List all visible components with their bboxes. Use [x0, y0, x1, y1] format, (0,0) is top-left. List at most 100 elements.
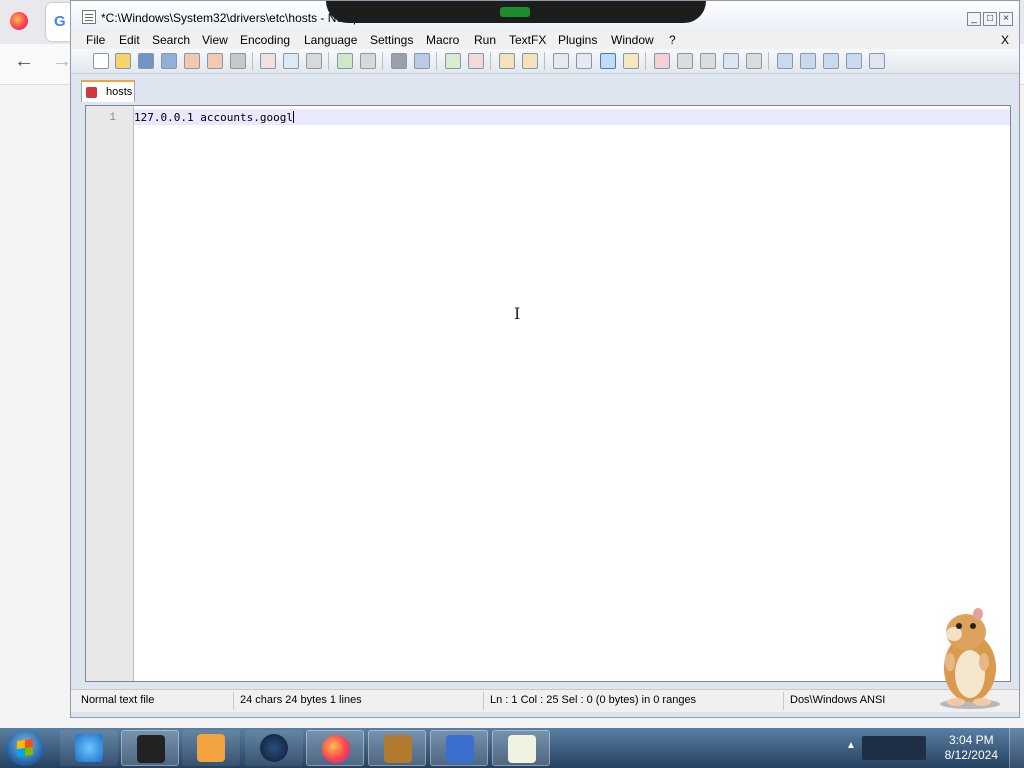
status-file-type: Normal text file [81, 694, 155, 706]
maximize-button[interactable]: □ [983, 12, 997, 26]
toolbar-separator [768, 52, 769, 70]
app-icon [446, 735, 474, 763]
sync-vertical-icon[interactable] [499, 53, 515, 69]
menu-search[interactable]: Search [152, 33, 190, 47]
clock-date: 8/12/2024 [944, 748, 998, 762]
taskbar-terminal[interactable] [121, 730, 179, 766]
menu-textfx[interactable]: TextFX [509, 33, 546, 47]
show-hidden-icons-icon[interactable]: ▲ [846, 740, 856, 751]
text-caret [292, 111, 294, 123]
notepad-app-icon [82, 10, 96, 24]
save-icon[interactable] [138, 53, 154, 69]
taskbar-network[interactable] [245, 730, 303, 766]
tray-icons[interactable] [862, 736, 926, 760]
status-bar: Normal text file 24 chars 24 bytes 1 lin… [71, 689, 1019, 712]
zoom-in-icon[interactable] [445, 53, 461, 69]
find-icon[interactable] [391, 53, 407, 69]
notepadpp-icon [508, 735, 536, 763]
word-wrap-icon[interactable] [553, 53, 569, 69]
toolbar-separator [645, 52, 646, 70]
editor-area[interactable]: 1 127.0.0.1 accounts.googl [85, 105, 1011, 682]
sync-horizontal-icon[interactable] [522, 53, 538, 69]
terminal-icon [137, 735, 165, 763]
minimize-button[interactable]: _ [967, 12, 981, 26]
menu-edit[interactable]: Edit [119, 33, 140, 47]
back-arrow-icon[interactable]: ← [14, 50, 34, 73]
taskbar-box[interactable] [368, 730, 426, 766]
tab-label: hosts [106, 86, 133, 98]
toolbar [71, 49, 1019, 74]
document-tab-bar: hosts [71, 74, 1019, 102]
down-arrow-icon[interactable] [823, 53, 839, 69]
taskbar-notepadpp[interactable] [492, 730, 550, 766]
status-encoding: Dos\Windows ANSI [790, 694, 886, 706]
expand-icon[interactable] [846, 53, 862, 69]
status-separator [483, 692, 484, 710]
undo-icon[interactable] [337, 53, 353, 69]
line-number: 1 [109, 112, 116, 124]
clock-time: 3:04 PM [948, 733, 994, 747]
system-tray: ▲ 3:04 PM 8/12/2024 [840, 728, 1024, 768]
print-icon[interactable] [230, 53, 246, 69]
record-macro-icon[interactable] [654, 53, 670, 69]
taskbar-internet-explorer[interactable] [60, 730, 118, 766]
clock[interactable]: 3:04 PM 8/12/2024 [945, 733, 998, 763]
taskbar-app[interactable] [430, 730, 488, 766]
menu-window[interactable]: Window [611, 33, 654, 47]
menu-encoding[interactable]: Encoding [240, 33, 290, 47]
new-file-icon[interactable] [93, 53, 109, 69]
globe-icon [260, 734, 288, 762]
title-bar[interactable]: *C:\Windows\System32\drivers\etc\hosts -… [71, 1, 1019, 31]
status-separator [783, 692, 784, 710]
toolbar-separator [490, 52, 491, 70]
copy-icon[interactable] [283, 53, 299, 69]
toolbar-separator [252, 52, 253, 70]
stop-macro-icon[interactable] [677, 53, 693, 69]
start-button[interactable] [6, 730, 44, 766]
close-document-button[interactable]: X [1001, 33, 1009, 47]
menu-file[interactable]: File [86, 33, 105, 47]
up-arrow-icon[interactable] [800, 53, 816, 69]
redo-icon[interactable] [360, 53, 376, 69]
replace-icon[interactable] [414, 53, 430, 69]
status-position: Ln : 1 Col : 25 Sel : 0 (0 bytes) in 0 r… [490, 694, 697, 706]
taskbar-media-player[interactable] [182, 730, 240, 766]
tab-hosts[interactable]: hosts [81, 80, 135, 102]
indent-guide-icon[interactable] [600, 53, 616, 69]
code-line[interactable]: 127.0.0.1 accounts.googl [134, 111, 294, 124]
open-file-icon[interactable] [115, 53, 131, 69]
unsaved-file-icon [86, 87, 97, 98]
collapse-icon[interactable] [777, 53, 793, 69]
spell-check-icon[interactable] [869, 53, 885, 69]
paste-icon[interactable] [306, 53, 322, 69]
google-favicon-icon: G [54, 13, 66, 30]
line-number-gutter: 1 [86, 106, 134, 681]
close-all-icon[interactable] [207, 53, 223, 69]
mouse-ibeam-cursor: I [514, 304, 521, 323]
firefox-icon[interactable] [10, 12, 28, 30]
user-language-icon[interactable] [623, 53, 639, 69]
close-button[interactable]: × [999, 12, 1013, 26]
menu-run[interactable]: Run [474, 33, 496, 47]
show-desktop-button[interactable] [1009, 728, 1024, 768]
toolbar-separator [544, 52, 545, 70]
menu-language[interactable]: Language [304, 33, 357, 47]
play-macro-icon[interactable] [700, 53, 716, 69]
taskbar-firefox[interactable] [306, 730, 364, 766]
save-macro-icon[interactable] [746, 53, 762, 69]
taskbar: ▲ 3:04 PM 8/12/2024 [0, 728, 1024, 768]
show-all-chars-icon[interactable] [576, 53, 592, 69]
forward-arrow-icon[interactable]: → [52, 50, 72, 73]
menu-view[interactable]: View [202, 33, 228, 47]
cut-icon[interactable] [260, 53, 276, 69]
menu-help[interactable]: ? [669, 33, 676, 47]
menu-settings[interactable]: Settings [370, 33, 413, 47]
save-all-icon[interactable] [161, 53, 177, 69]
zoom-out-icon[interactable] [468, 53, 484, 69]
firefox-icon [322, 735, 350, 763]
menu-macro[interactable]: Macro [426, 33, 459, 47]
run-macro-multiple-icon[interactable] [723, 53, 739, 69]
close-file-icon[interactable] [184, 53, 200, 69]
menu-plugins[interactable]: Plugins [558, 33, 597, 47]
toolbar-separator [328, 52, 329, 70]
